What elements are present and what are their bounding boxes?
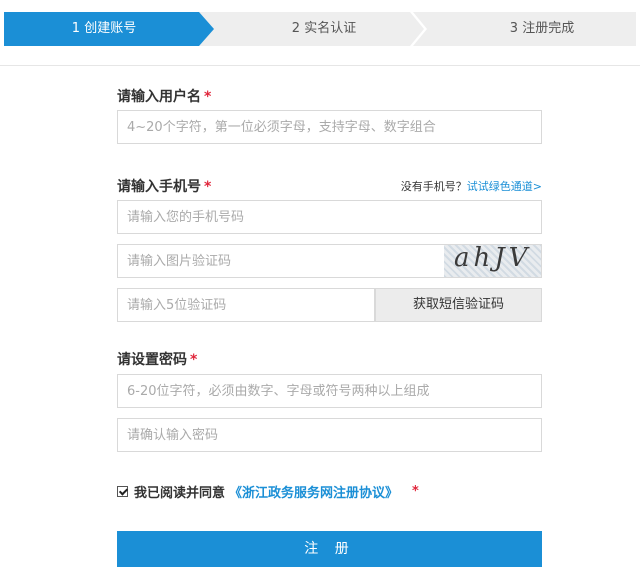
sms-code-field[interactable] xyxy=(117,288,375,322)
no-phone-hint-text: 没有手机号？ xyxy=(400,180,467,193)
agreement-text: 我已阅读并同意 xyxy=(134,486,226,501)
get-sms-code-button[interactable]: 获取短信验证码 xyxy=(375,288,542,322)
image-captcha-field[interactable]: ahJV xyxy=(117,244,542,278)
password-field[interactable] xyxy=(117,374,542,408)
step-create-account: 1 创建账号 xyxy=(4,12,214,46)
captcha-image[interactable]: ahJV xyxy=(444,245,541,277)
username-field[interactable] xyxy=(117,110,542,144)
password-label: 请设置密码 * xyxy=(117,349,197,369)
step-registration-complete: 3 注册完成 xyxy=(408,12,636,46)
step-bar: 1 创建账号 2 实名认证 3 注册完成 xyxy=(4,12,636,46)
registration-steps: 1 创建账号 2 实名认证 3 注册完成 xyxy=(0,0,640,66)
phone-input[interactable] xyxy=(118,201,541,233)
step-label: 1 创建账号 xyxy=(71,21,137,36)
step-label: 2 实名认证 xyxy=(291,21,357,36)
required-mark: * xyxy=(204,89,212,105)
confirm-password-input[interactable] xyxy=(118,419,541,451)
phone-label: 请输入手机号 * xyxy=(117,176,211,196)
required-mark: * xyxy=(190,352,198,368)
green-channel-link[interactable]: 试试绿色通道> xyxy=(467,180,542,193)
captcha-text: ahJV xyxy=(454,245,532,273)
username-label-text: 请输入用户名 xyxy=(117,89,201,105)
password-input[interactable] xyxy=(118,375,541,407)
username-input[interactable] xyxy=(118,111,541,143)
username-label: 请输入用户名 * xyxy=(117,86,211,106)
sms-code-input[interactable] xyxy=(118,289,374,321)
agreement-link[interactable]: 《浙江政务服务网注册协议》 xyxy=(229,482,398,501)
confirm-password-field[interactable] xyxy=(117,418,542,452)
required-mark: * xyxy=(412,484,419,499)
agreement-checkbox[interactable] xyxy=(117,486,128,497)
phone-field[interactable] xyxy=(117,200,542,234)
agreement-row: 我已阅读并同意 《浙江政务服务网注册协议》 * xyxy=(117,482,419,501)
phone-label-text: 请输入手机号 xyxy=(117,179,201,195)
no-phone-hint: 没有手机号？试试绿色通道> xyxy=(401,178,542,194)
step-real-name-verification: 2 实名认证 xyxy=(192,12,428,46)
password-label-text: 请设置密码 xyxy=(117,352,187,368)
step-label: 3 注册完成 xyxy=(509,21,575,36)
image-captcha-input[interactable] xyxy=(118,245,438,277)
register-button[interactable]: 注 册 xyxy=(117,531,542,567)
required-mark: * xyxy=(204,179,212,195)
